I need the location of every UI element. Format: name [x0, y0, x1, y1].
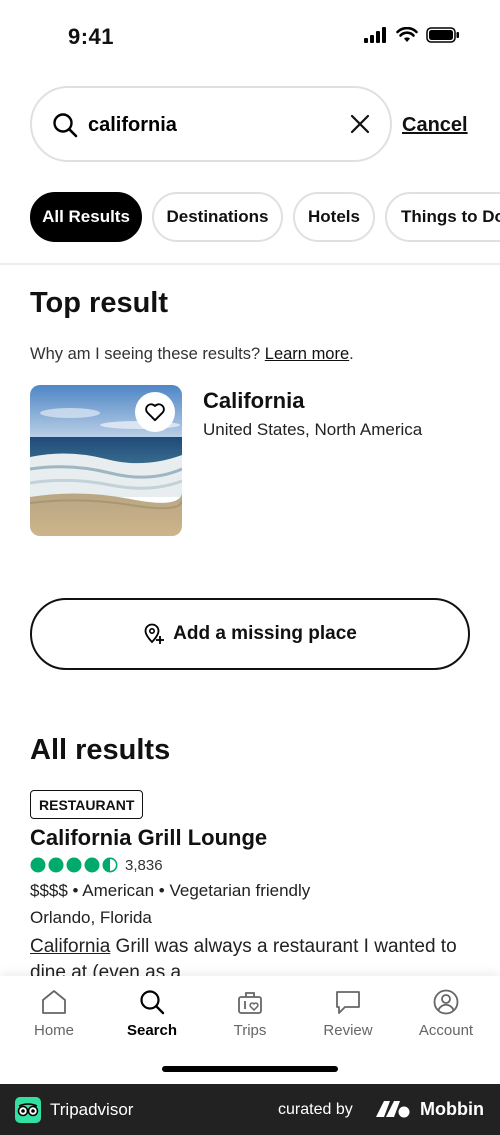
- tab-search-label: Search: [126, 1022, 178, 1039]
- rating-bubbles: [30, 857, 118, 873]
- chip-hotels[interactable]: Hotels: [293, 192, 375, 242]
- mobbin-logo-icon: [376, 1101, 410, 1118]
- heart-icon: [145, 403, 165, 422]
- why-results-label: Why am I seeing these results?: [30, 345, 265, 363]
- chip-destinations[interactable]: Destinations: [152, 192, 283, 242]
- account-icon: [433, 989, 459, 1015]
- search-query: california: [88, 114, 177, 136]
- divider: [0, 263, 500, 265]
- home-icon: [42, 990, 66, 1014]
- curated-by-label: curated by: [278, 1101, 353, 1118]
- footer-banner: Tripadvisor curated by Mobbin: [0, 1084, 500, 1135]
- why-results-suffix: .: [349, 345, 354, 363]
- all-results-heading: All results: [30, 734, 171, 766]
- chip-things-to-do[interactable]: Things to Do: [385, 192, 500, 242]
- tab-trips-label: Trips: [233, 1022, 267, 1039]
- top-result-name[interactable]: California: [203, 388, 304, 414]
- tab-home[interactable]: Home: [5, 988, 103, 1039]
- battery-icon: [426, 27, 459, 43]
- why-results-text: Why am I seeing these results? Learn mor…: [30, 345, 354, 364]
- review-icon: [336, 991, 360, 1014]
- add-missing-place-button[interactable]: Add a missing place: [30, 598, 470, 670]
- tab-account[interactable]: Account: [397, 988, 495, 1039]
- suitcase-icon: [238, 992, 262, 1014]
- wifi-icon: [396, 27, 418, 42]
- snippet-highlight: California: [30, 936, 111, 957]
- result-snippet: California Grill was always a restaurant…: [30, 934, 470, 980]
- mobbin-name: Mobbin: [420, 1099, 484, 1119]
- filter-chips: All Results Destinations Hotels Things t…: [30, 192, 500, 244]
- tab-home-label: Home: [33, 1022, 74, 1039]
- tripadvisor-name: Tripadvisor: [50, 1100, 134, 1119]
- add-missing-place-label: Add a missing place: [173, 623, 357, 644]
- clear-icon[interactable]: [350, 114, 370, 134]
- rating-row: 3,836: [30, 856, 163, 874]
- search-row: california Cancel: [30, 86, 470, 162]
- home-indicator: [162, 1066, 338, 1072]
- search-icon: [53, 113, 78, 138]
- tripadvisor-logo-icon: [15, 1097, 41, 1123]
- result-location: Orlando, Florida: [30, 908, 152, 927]
- search-icon: [140, 990, 165, 1015]
- add-location-icon: [144, 623, 165, 644]
- result-meta: $$$$ • American • Vegetarian friendly: [30, 881, 311, 900]
- status-icons: [364, 27, 460, 43]
- tab-review[interactable]: Review: [299, 988, 397, 1039]
- tab-trips[interactable]: Trips: [201, 988, 299, 1039]
- top-result-heading: Top result: [30, 287, 169, 319]
- cancel-button[interactable]: Cancel: [402, 114, 468, 137]
- signal-icon: [364, 27, 386, 43]
- status-bar: 9:41: [0, 0, 500, 72]
- review-count: 3,836: [125, 856, 163, 874]
- category-badge: RESTAURANT: [30, 790, 144, 819]
- save-favorite-button[interactable]: [135, 392, 175, 432]
- tab-search[interactable]: Search: [103, 988, 201, 1039]
- status-time: 9:41: [68, 24, 115, 49]
- tab-account-label: Account: [418, 1022, 474, 1039]
- result-title[interactable]: California Grill Lounge: [30, 825, 267, 851]
- learn-more-link[interactable]: Learn more: [265, 345, 349, 363]
- top-result-region: United States, North America: [203, 420, 423, 439]
- chip-all-results[interactable]: All Results: [30, 192, 142, 242]
- tab-review-label: Review: [323, 1022, 373, 1039]
- search-input[interactable]: california: [30, 86, 392, 162]
